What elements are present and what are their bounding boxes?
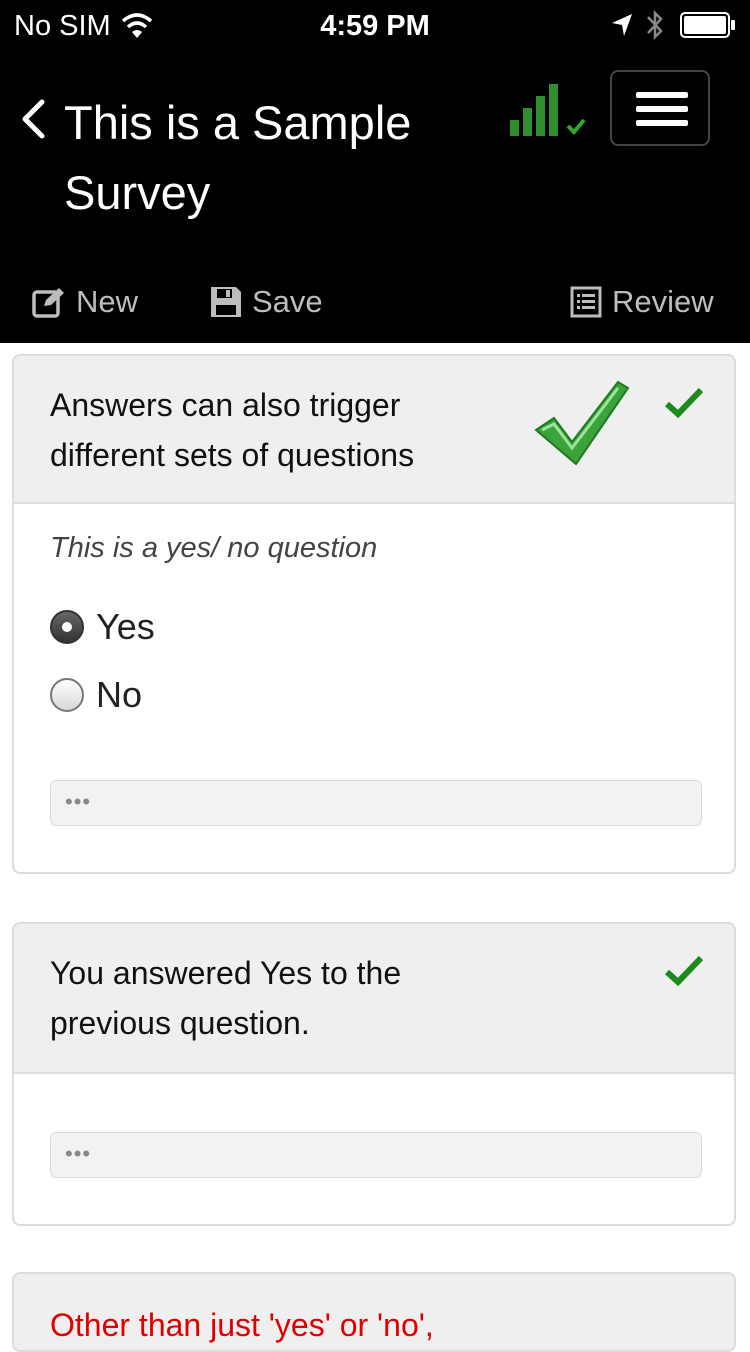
question-title: Answers can also trigger different sets … (50, 387, 415, 473)
page-title: This is a Sample Survey (64, 96, 412, 219)
new-label: New (76, 284, 139, 319)
new-button[interactable]: New (32, 278, 138, 326)
back-chevron-icon[interactable] (18, 98, 48, 140)
radio-label: Yes (96, 606, 155, 647)
status-bar: No SIM 4:59 PM (0, 0, 750, 52)
bluetooth-icon (647, 9, 663, 41)
radio-button[interactable] (50, 610, 84, 644)
question-prompt: This is a yes/ no question (50, 532, 378, 564)
edit-icon (32, 288, 64, 318)
save-label: Save (252, 284, 323, 319)
question-card: Other than just 'yes' or 'no', (12, 1272, 736, 1352)
answered-check-icon (664, 955, 704, 986)
save-button[interactable]: Save (210, 278, 323, 326)
review-label: Review (612, 284, 714, 319)
menu-button[interactable] (610, 70, 710, 146)
question-title: Other than just 'yes' or 'no', (50, 1307, 434, 1343)
question-card: Answers can also trigger different sets … (12, 354, 736, 874)
hamburger-icon (636, 92, 688, 98)
signal-strength-icon (510, 84, 586, 136)
list-icon (570, 286, 602, 318)
comment-field[interactable]: ••• (50, 780, 702, 826)
app-header: This is a Sample Survey New Save Review (0, 52, 750, 343)
radio-option-yes[interactable]: Yes (50, 606, 155, 648)
answered-check-icon (664, 387, 704, 418)
radio-label: No (96, 674, 143, 715)
toolbar: New Save Review (0, 278, 750, 326)
floppy-disk-icon (211, 287, 241, 317)
radio-option-no[interactable]: No (50, 674, 142, 716)
hamburger-icon-bar (636, 120, 688, 126)
question-header: Other than just 'yes' or 'no', (14, 1274, 734, 1350)
radio-button[interactable] (50, 678, 84, 712)
question-header: Answers can also trigger different sets … (14, 356, 734, 504)
hamburger-icon-bar (636, 106, 688, 112)
large-checkmark-icon (534, 380, 630, 466)
question-card: You answered Yes to the previous questio… (12, 922, 736, 1226)
clock: 4:59 PM (320, 10, 430, 42)
question-title: You answered Yes to the previous questio… (50, 955, 402, 1041)
comment-field[interactable]: ••• (50, 1132, 702, 1178)
location-arrow-icon (612, 14, 632, 36)
review-button[interactable]: Review (570, 278, 714, 326)
battery-icon (680, 12, 735, 38)
question-header: You answered Yes to the previous questio… (14, 924, 734, 1074)
